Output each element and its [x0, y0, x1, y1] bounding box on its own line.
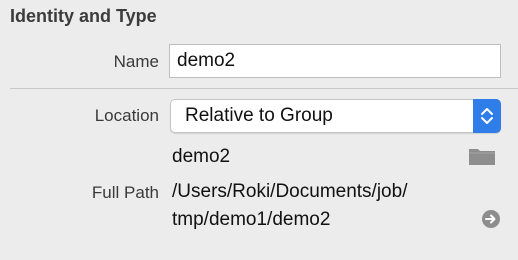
full-path-line2: tmp/demo1/demo2 — [172, 209, 331, 230]
updown-chevron-icon[interactable] — [473, 99, 501, 133]
location-popup[interactable]: Relative to Group — [170, 99, 501, 133]
full-path-label: Full Path — [91, 183, 159, 202]
location-popup-value: Relative to Group — [185, 105, 333, 126]
name-label: Name — [113, 52, 159, 71]
divider — [10, 88, 518, 89]
section-title: Identity and Type — [10, 6, 157, 26]
full-path-line1: /Users/Roki/Documents/job/ — [172, 181, 408, 202]
arrow-right-circle-icon[interactable] — [481, 209, 501, 234]
folder-icon[interactable] — [468, 146, 496, 171]
location-resolved-name: demo2 — [172, 146, 231, 167]
name-field[interactable]: demo2 — [169, 44, 501, 78]
location-label: Location — [94, 106, 159, 125]
